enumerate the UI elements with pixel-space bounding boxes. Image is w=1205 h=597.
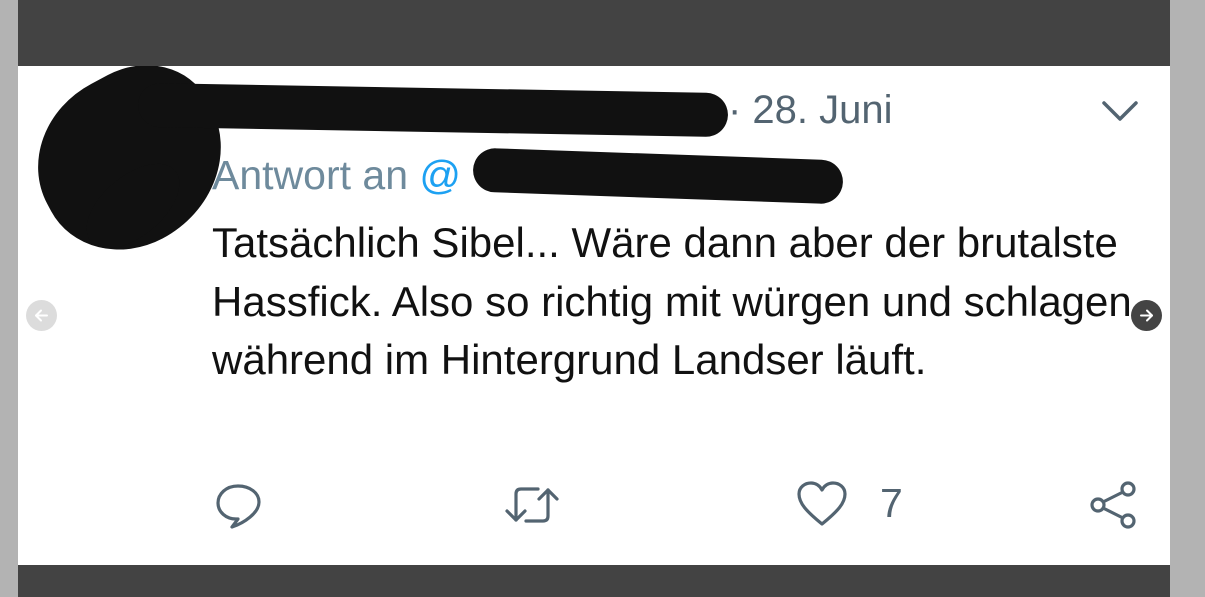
tweet-card: · 28. Juni Antwort an @ Tatsächlich Sibe… [18,66,1170,565]
reply-icon[interactable] [214,482,264,530]
bottom-dark-bar [18,565,1170,597]
retweet-icon[interactable] [502,482,562,528]
chevron-down-icon[interactable] [1100,96,1140,126]
arrow-left-icon [35,309,48,322]
reply-to-line: Antwort an @ [212,152,461,199]
redaction-username [137,82,729,138]
reply-mention[interactable]: @ [419,152,461,198]
tweet-text: Tatsächlich Sibel... Wäre dann aber der … [212,219,1132,383]
reply-prefix: Antwort an [212,152,420,198]
prev-image-button[interactable] [26,300,57,331]
arrow-right-icon [1140,309,1153,322]
like-count: 7 [880,480,903,526]
next-image-button[interactable] [1131,300,1162,331]
tweet-date[interactable]: · 28. Juni [728,88,893,133]
top-dark-bar [18,0,1170,66]
redaction-mention [472,147,844,205]
heart-icon[interactable] [796,480,848,528]
share-icon[interactable] [1088,480,1140,530]
